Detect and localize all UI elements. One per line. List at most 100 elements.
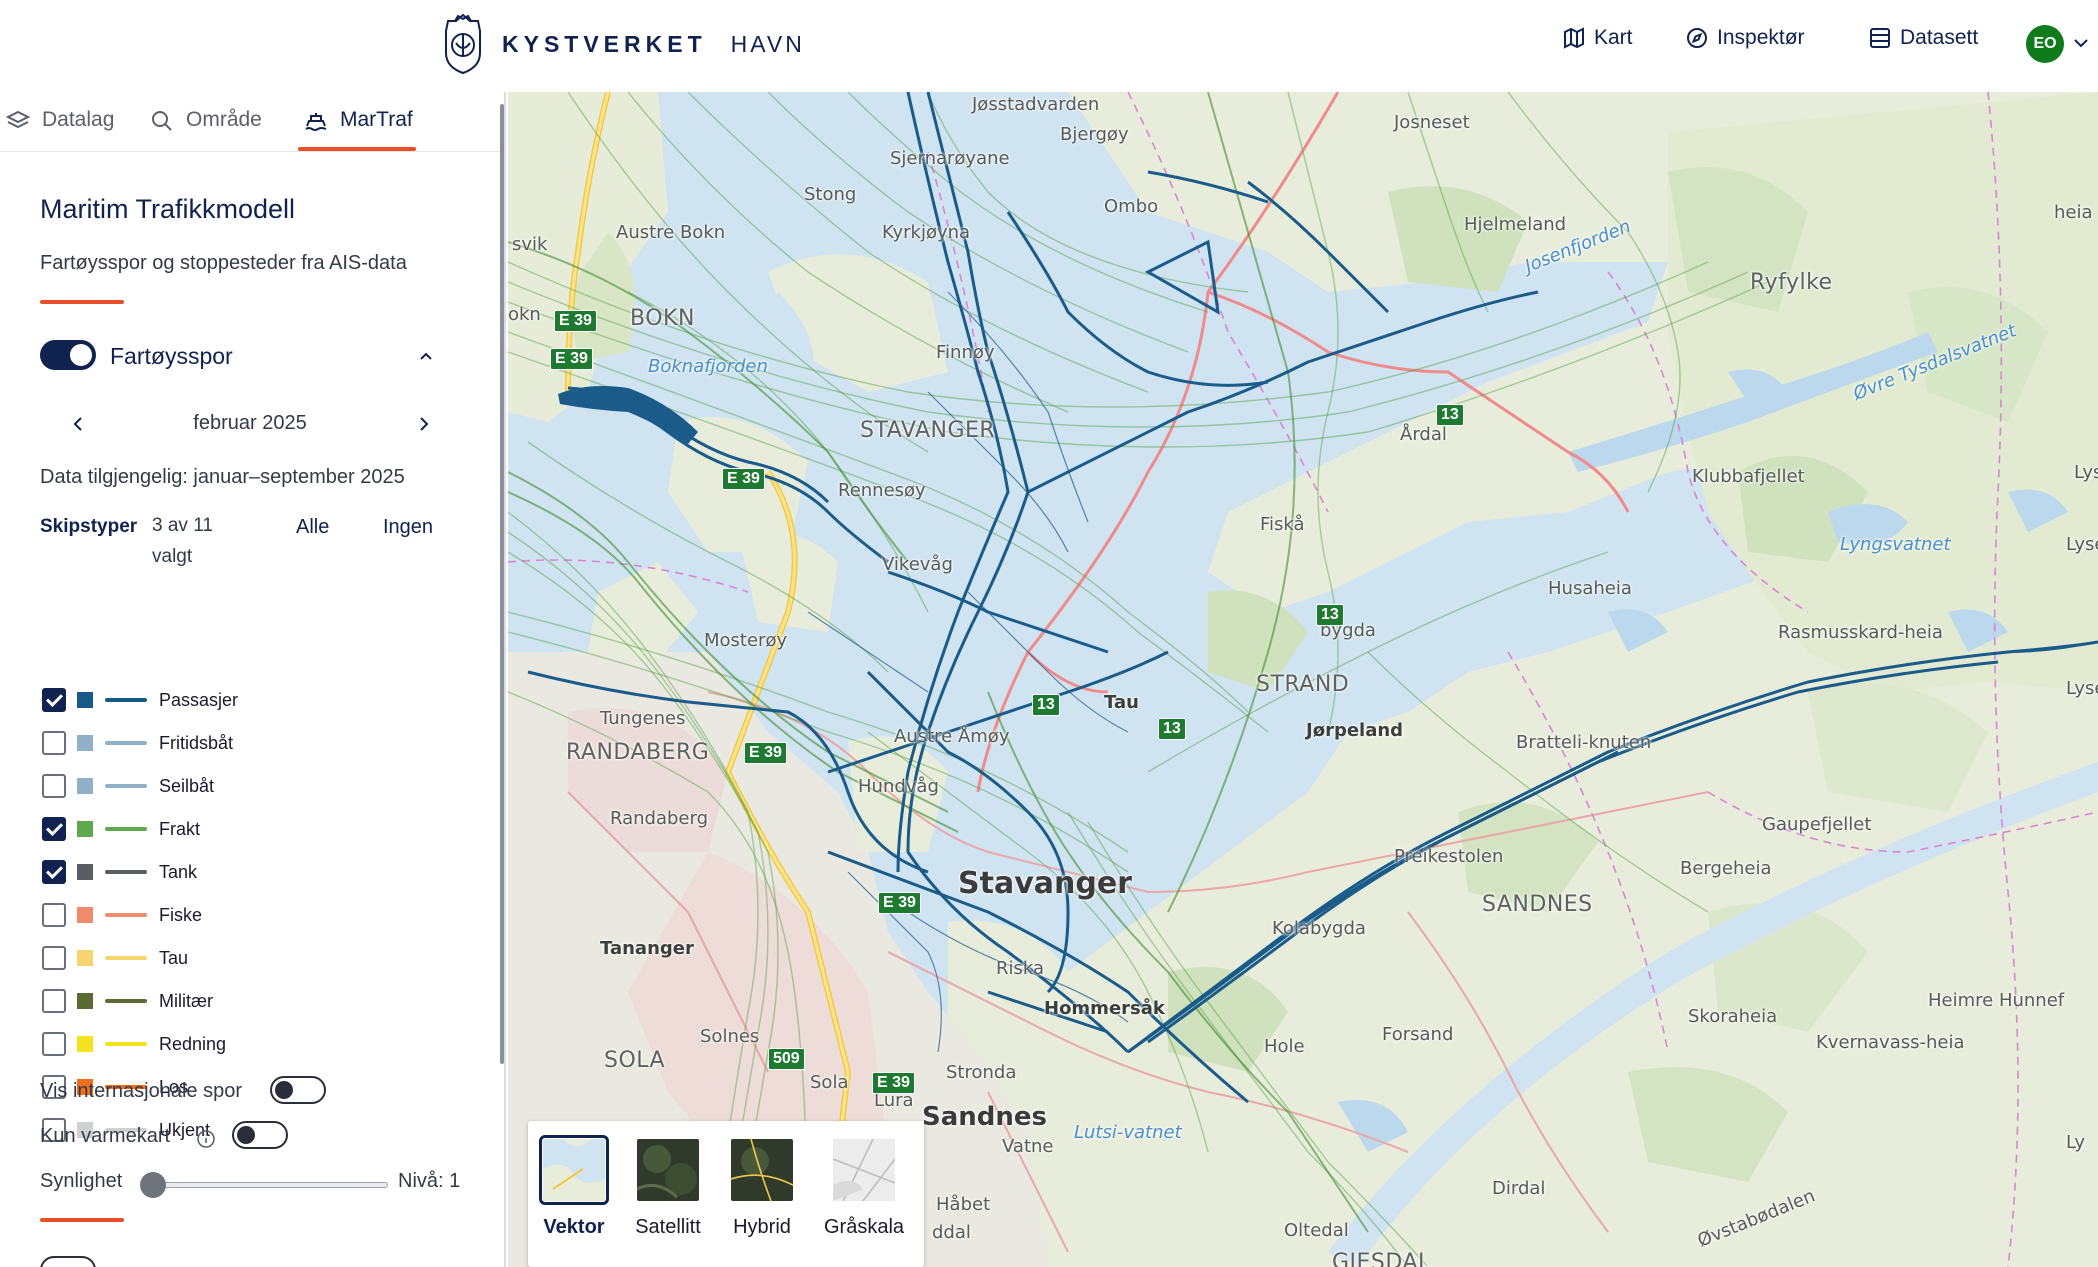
select-all-button[interactable]: Alle	[296, 516, 329, 539]
ship-type-label: Redning	[159, 1033, 227, 1054]
color-swatch	[77, 778, 93, 794]
ship-type-row[interactable]: Redning	[42, 1029, 226, 1059]
nav-inspektor[interactable]: Inspektør	[1685, 26, 1805, 50]
tab-datalag[interactable]: Datalag	[6, 108, 114, 152]
intl-tracks-toggle[interactable]	[270, 1076, 326, 1104]
map-label: Fiskå	[1260, 514, 1305, 535]
ship-type-checkbox[interactable]	[42, 774, 66, 798]
satellite-map-thumbnail	[636, 1139, 699, 1201]
accent-divider-bottom	[40, 1218, 124, 1222]
ship-type-row[interactable]: Tau	[42, 943, 188, 973]
color-swatch	[77, 907, 93, 923]
ship-type-row[interactable]: Tank	[42, 857, 197, 887]
color-swatch	[77, 993, 93, 1009]
map-label: Tau	[1104, 692, 1139, 713]
basemap-label: Hybrid	[733, 1216, 791, 1238]
map-label: Rennesøy	[838, 480, 926, 501]
visibility-label: Synlighet	[40, 1170, 123, 1192]
tab-datalag-label: Datalag	[42, 108, 115, 131]
tab-omrade[interactable]: Område	[150, 108, 262, 152]
ship-type-checkbox[interactable]	[42, 903, 66, 927]
search-icon	[152, 111, 172, 131]
basemap-satellitt[interactable]: Satellitt	[622, 1139, 714, 1239]
ship-type-row[interactable]: Seilbåt	[42, 771, 214, 801]
visibility-slider-track[interactable]	[150, 1182, 388, 1188]
chevron-right-icon[interactable]	[412, 412, 436, 436]
visibility-slider-handle[interactable]	[140, 1172, 166, 1198]
map-label: SOLA	[604, 1048, 666, 1073]
color-swatch	[77, 864, 93, 880]
ship-type-row[interactable]: Passasjer	[42, 685, 238, 715]
map-label: ddal	[932, 1222, 971, 1243]
map-label: STAVANGER	[860, 418, 996, 443]
chevron-left-icon[interactable]	[66, 412, 90, 436]
line-style-swatch	[105, 1042, 147, 1046]
map-label: Hole	[1264, 1036, 1305, 1057]
sidebar-tabs: Datalag Område MarTraf	[0, 92, 504, 152]
ship-icon	[305, 113, 327, 131]
line-style-swatch	[105, 913, 147, 917]
map-label: Oltedal	[1284, 1220, 1349, 1241]
ship-type-label: Tank	[159, 861, 198, 882]
map-label: RANDABERG	[566, 740, 710, 765]
color-swatch	[77, 735, 93, 751]
nav-datasett-label: Datasett	[1900, 26, 1979, 49]
tab-omrade-label: Område	[186, 108, 262, 131]
info-icon[interactable]	[196, 1129, 216, 1149]
map-label: Jørpeland	[1306, 720, 1404, 741]
chevron-down-icon[interactable]	[2072, 34, 2090, 52]
road-shield: 13	[1316, 604, 1344, 626]
basemap-vektor[interactable]: Vektor	[528, 1135, 620, 1239]
brand[interactable]: KYSTVERKET HAVN	[442, 12, 805, 76]
sidebar-scrollbar[interactable]	[500, 104, 504, 1064]
road-shield: 13	[1436, 404, 1464, 426]
map-label: Tungenes	[600, 708, 686, 729]
ship-type-row[interactable]: Fiske	[42, 900, 202, 930]
line-style-swatch	[105, 870, 147, 874]
map-label: Mosterøy	[704, 630, 788, 651]
layers-icon	[6, 110, 30, 129]
basemap-hybrid[interactable]: Hybrid	[716, 1138, 808, 1239]
ship-type-checkbox[interactable]	[42, 688, 66, 712]
map-label: Bratteli-knuten	[1516, 732, 1652, 753]
ship-type-checkbox[interactable]	[42, 989, 66, 1013]
ship-type-checkbox[interactable]	[42, 817, 66, 841]
line-style-swatch	[105, 741, 147, 745]
map-canvas[interactable]: Jøsstadvarden Bjergøy Josneset Sjernarøy…	[508, 92, 2098, 1267]
nav-datasett[interactable]: Datasett	[1868, 26, 1978, 50]
map-label: Heimre Hunnef	[1928, 990, 2065, 1011]
tab-martraf[interactable]: MarTraf	[304, 108, 413, 152]
ship-type-row[interactable]: Fritidsbåt	[42, 728, 233, 758]
map-label: Ombo	[1104, 196, 1159, 217]
stoppesteder-toggle[interactable]	[40, 1256, 96, 1267]
nav-kart[interactable]: Kart	[1562, 26, 1633, 50]
line-style-swatch	[105, 698, 147, 702]
line-style-swatch	[105, 827, 147, 831]
road-shield: 509	[768, 1048, 805, 1070]
map-label: Jøsstadvarden	[972, 94, 1100, 115]
map-label: Finnøy	[936, 342, 995, 363]
basemap-label: Gråskala	[823, 1216, 905, 1238]
map-label: Austre Åmøy	[894, 726, 1010, 747]
map-label: Hommersåk	[1044, 998, 1165, 1019]
ship-type-row[interactable]: Militær	[42, 986, 213, 1016]
select-none-button[interactable]: Ingen	[383, 516, 433, 539]
ship-types-label: Skipstyper	[40, 516, 138, 537]
ship-type-row[interactable]: Frakt	[42, 814, 200, 844]
chevron-up-icon[interactable]	[416, 346, 436, 366]
map-label: Gaupefjellet	[1762, 814, 1872, 835]
map-label: Sjernarøyane	[890, 148, 1010, 169]
map-label: Stong	[804, 184, 857, 205]
fartoysspor-toggle[interactable]	[40, 340, 96, 370]
ship-type-checkbox[interactable]	[42, 946, 66, 970]
ship-type-label: Seilbåt	[159, 775, 215, 796]
basemap-graskala[interactable]: Gråskala	[818, 1138, 910, 1239]
ship-type-checkbox[interactable]	[42, 731, 66, 755]
heatmap-toggle[interactable]	[232, 1121, 288, 1149]
color-swatch	[77, 821, 93, 837]
user-avatar[interactable]: EO	[2026, 25, 2064, 63]
line-style-swatch	[105, 784, 147, 788]
ship-type-checkbox[interactable]	[42, 860, 66, 884]
ship-type-checkbox[interactable]	[42, 1032, 66, 1056]
map-label: Bergeheia	[1680, 858, 1772, 879]
